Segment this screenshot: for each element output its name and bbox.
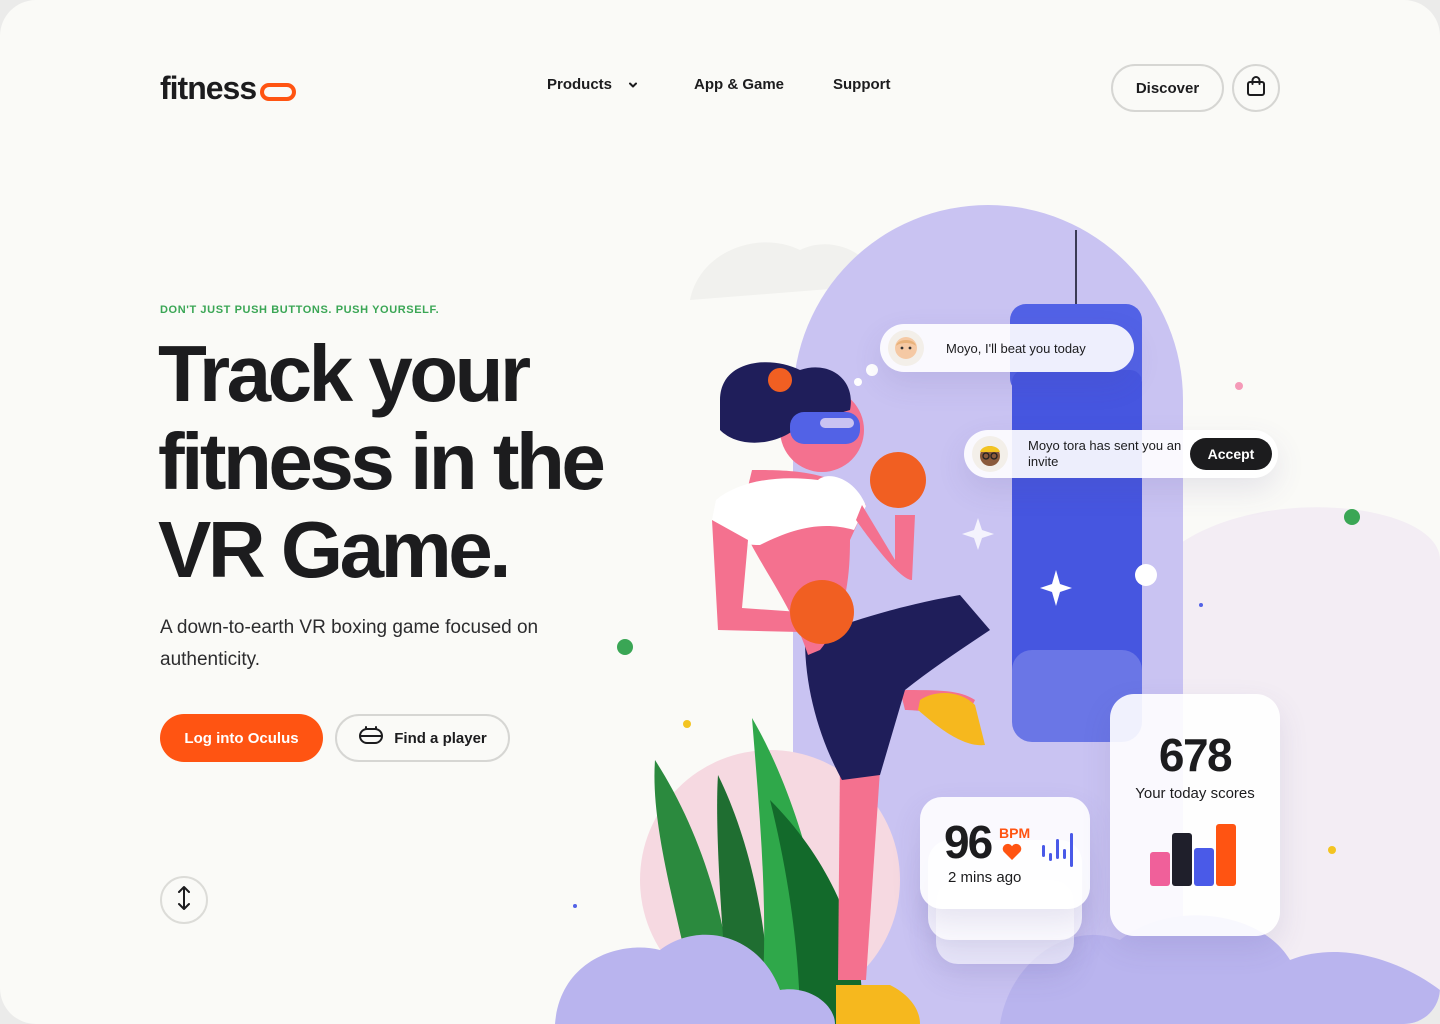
- score-bar-chart: [1150, 824, 1236, 886]
- nav-item-support[interactable]: Support: [833, 76, 891, 93]
- nav-item-label: Products: [547, 76, 613, 93]
- vertical-arrows-icon: [176, 885, 192, 916]
- score-bar: [1194, 848, 1214, 886]
- heart-rate-card: 96 BPM 2 mins ago: [920, 797, 1090, 909]
- chevron-down-icon: [628, 80, 638, 90]
- yellow-dot: [683, 720, 691, 728]
- score-label: Your today scores: [1135, 785, 1255, 802]
- avatar: [888, 330, 924, 366]
- cart-button[interactable]: [1232, 64, 1280, 112]
- nav-item-app-game[interactable]: App & Game: [694, 76, 833, 93]
- chat-message-text: Moyo, I'll beat you today: [946, 340, 1086, 356]
- hero-eyebrow: DON'T JUST PUSH BUTTONS. PUSH YOURSELF.: [160, 304, 440, 316]
- invite-card: Moyo tora has sent you an invite Accept: [964, 430, 1278, 478]
- page: fitness Products App & Game Support Disc…: [0, 0, 1440, 1024]
- logo-pill-icon: [260, 82, 297, 101]
- log-into-oculus-button[interactable]: Log into Oculus: [160, 714, 323, 762]
- bpm-unit: BPM: [999, 825, 1031, 841]
- main-nav: Products App & Game Support: [547, 76, 891, 93]
- score-bar: [1172, 833, 1192, 886]
- boxing-glove: [870, 452, 926, 508]
- blue-dot: [1199, 603, 1203, 607]
- discover-button[interactable]: Discover: [1111, 64, 1224, 112]
- invite-text: Moyo tora has sent you an invite: [1028, 438, 1182, 469]
- green-dot: [1344, 509, 1360, 525]
- score-bar: [1150, 852, 1170, 886]
- vr-headset-icon: [358, 725, 384, 751]
- thought-bubble: [866, 364, 878, 376]
- logo[interactable]: fitness: [160, 70, 297, 107]
- score-bar: [1216, 824, 1236, 886]
- pink-dot: [1235, 382, 1243, 390]
- scroll-button[interactable]: [160, 876, 208, 924]
- score-card: 678 Your today scores: [1110, 694, 1280, 936]
- punching-bag: [1012, 370, 1142, 682]
- shopping-bag-icon: [1246, 75, 1266, 102]
- white-dot: [1135, 564, 1157, 586]
- avatar: [972, 436, 1008, 472]
- accept-button[interactable]: Accept: [1190, 438, 1272, 470]
- logo-text: fitness: [160, 70, 257, 106]
- bpm-timestamp: 2 mins ago: [948, 869, 1022, 886]
- yellow-dot: [1328, 846, 1336, 854]
- bpm-value: 96: [944, 816, 993, 868]
- hero-subtitle: A down-to-earth VR boxing game focused o…: [160, 617, 539, 670]
- heart-icon: [1001, 843, 1023, 866]
- thought-bubble: [854, 378, 862, 386]
- boxing-glove: [790, 580, 854, 644]
- nav-item-label: App & Game: [694, 76, 785, 93]
- vr-visor: [820, 418, 854, 428]
- nav-item-label: Support: [833, 76, 891, 93]
- blue-dot: [573, 904, 577, 908]
- find-player-label: Find a player: [394, 729, 487, 747]
- heart-rate-bars-icon: [1040, 831, 1076, 876]
- score-value: 678: [1158, 729, 1233, 781]
- find-player-button[interactable]: Find a player: [335, 714, 510, 762]
- chat-message-card: Moyo, I'll beat you today: [880, 324, 1134, 372]
- green-dot: [617, 639, 633, 655]
- nav-item-products[interactable]: Products: [547, 76, 694, 93]
- hair-tie: [768, 368, 792, 392]
